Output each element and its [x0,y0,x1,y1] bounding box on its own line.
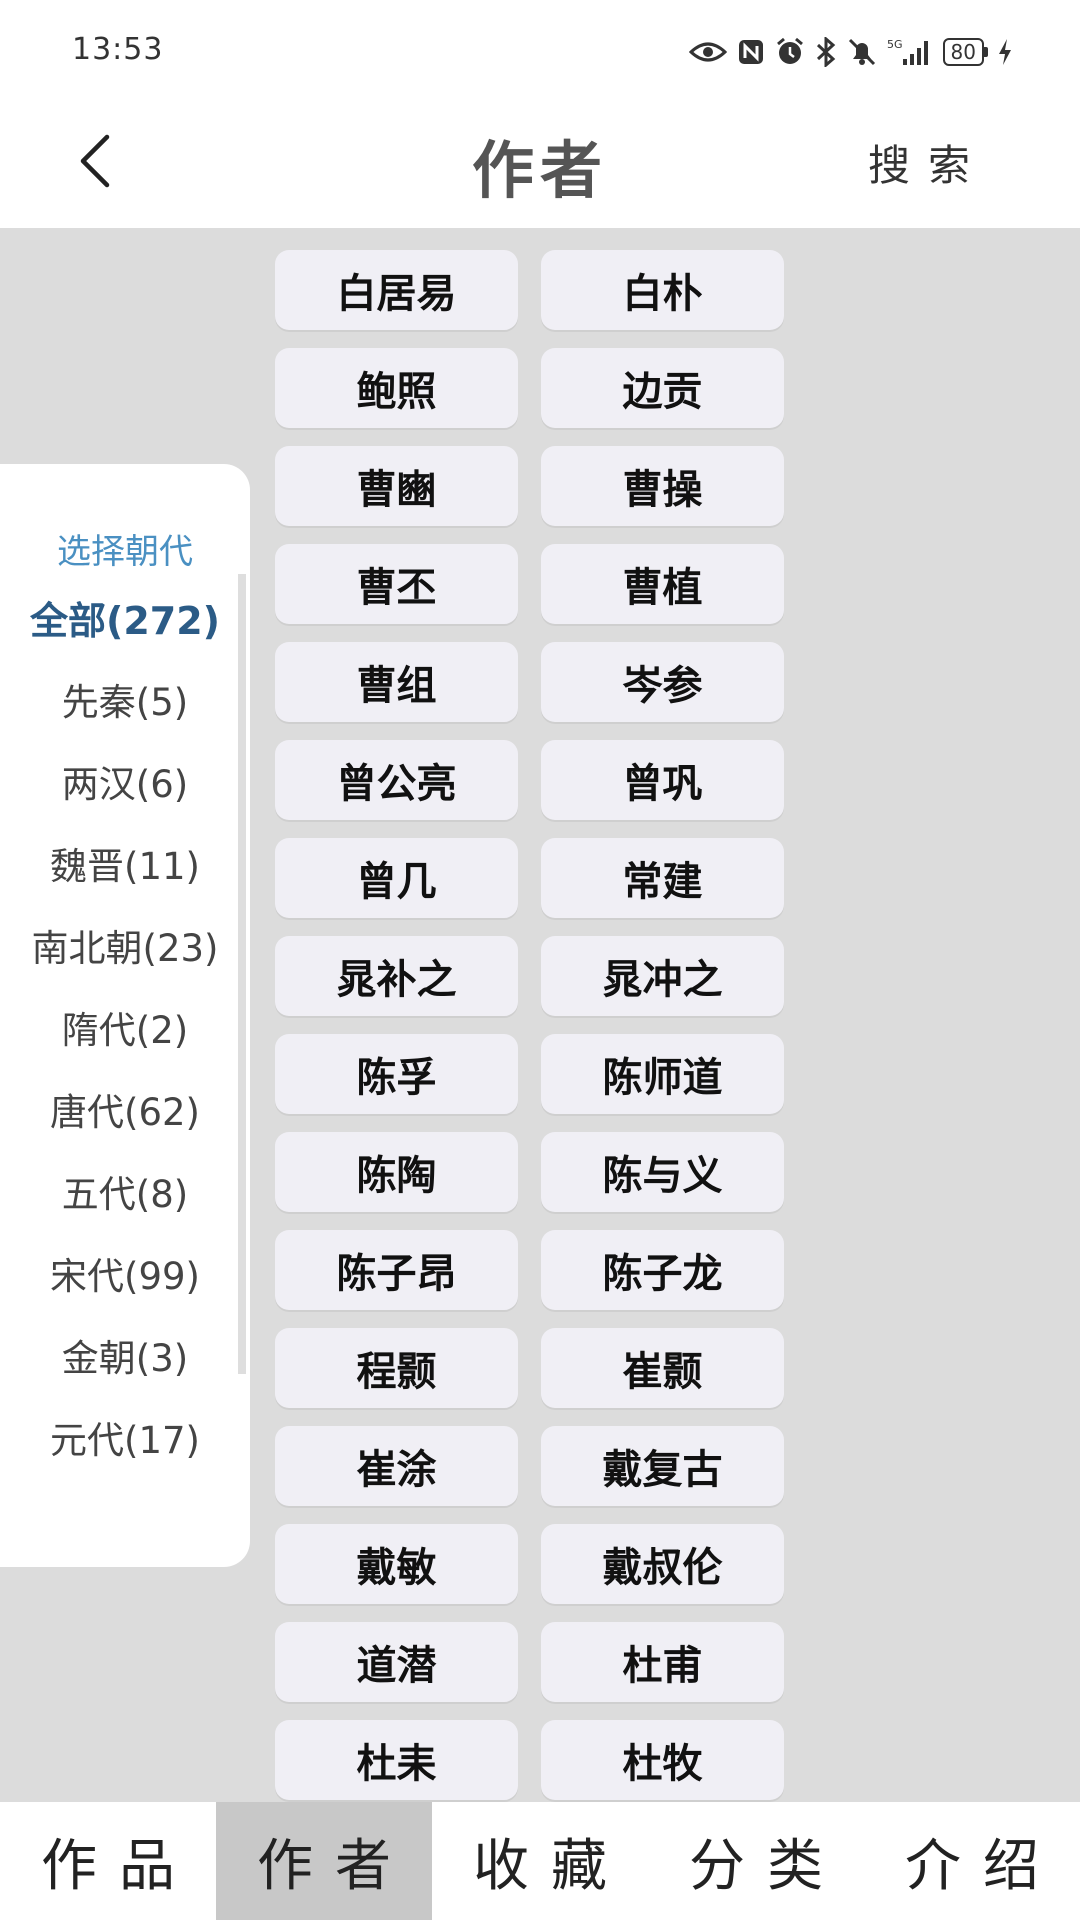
dynasty-heading: 选择朝代 [57,532,193,572]
dynasty-item[interactable]: 元代(17) [0,1400,250,1482]
nav-tab[interactable]: 作者 [216,1802,432,1920]
mute-icon [847,37,877,67]
author-card[interactable]: 曾几 [275,838,518,918]
eye-icon [688,40,727,64]
author-card[interactable]: 崔颢 [541,1328,784,1408]
signal-5g-icon: 5G [887,37,933,67]
battery-level: 80 [942,38,984,66]
author-card[interactable]: 陈子龙 [541,1230,784,1310]
header: 作者 搜索 [0,100,1080,228]
author-card[interactable]: 陈陶 [275,1132,518,1212]
author-card[interactable]: 鲍照 [275,348,518,428]
author-card[interactable]: 戴叔伦 [541,1524,784,1604]
author-grid: 白居易 白朴 鲍照 边贡 曹豳 曹操 曹丕 曹植 曹组 岑参 曾公亮 曾巩 曾几 常建 晁补之 晁冲之 陈孚 陈师… [275,250,785,1800]
dynasty-item[interactable]: 先秦(5) [0,662,250,744]
author-card[interactable]: 陈孚 [275,1034,518,1114]
dynasty-item[interactable]: 魏晋(11) [0,826,250,908]
main-content: 白居易 白朴 鲍照 边贡 曹豳 曹操 曹丕 曹植 曹组 岑参 曾公亮 曾巩 曾几 常建 晁补之 晁冲之 陈孚 陈师… [0,228,1080,1802]
author-card[interactable]: 边贡 [541,348,784,428]
author-card[interactable]: 曹操 [541,446,784,526]
author-card[interactable]: 杜牧 [541,1720,784,1800]
dynasty-list: 全部(272) 先秦(5) 两汉(6) 魏晋(11) 南北朝(23) 隋代(2) 唐代(62… [0,580,250,1490]
dynasty-item[interactable]: 南北朝(23) [0,908,250,990]
author-card[interactable]: 晁补之 [275,936,518,1016]
dynasty-item[interactable]: 全部(272) [0,580,250,662]
author-card[interactable]: 杜耒 [275,1720,518,1800]
nfc-icon [737,38,765,66]
author-card[interactable]: 曹丕 [275,544,518,624]
battery-icon: 80 [942,38,988,66]
author-card[interactable]: 杜甫 [541,1622,784,1702]
nav-tab[interactable]: 介绍 [864,1802,1080,1920]
author-card[interactable]: 戴敏 [275,1524,518,1604]
dynasty-item[interactable]: 唐代(62) [0,1072,250,1154]
status-time: 13:53 [72,32,164,67]
dynasty-item[interactable]: 宋代(99) [0,1236,250,1318]
author-card[interactable]: 陈师道 [541,1034,784,1114]
author-card[interactable]: 曹植 [541,544,784,624]
dynasty-item[interactable]: 隋代(2) [0,990,250,1072]
charging-icon [998,38,1012,66]
author-card[interactable]: 崔涂 [275,1426,518,1506]
nav-tab[interactable]: 收藏 [432,1802,648,1920]
author-card[interactable]: 曾公亮 [275,740,518,820]
bottom-nav: 作品 作者 收藏 分类 介绍 [0,1802,1080,1920]
author-card[interactable]: 道潜 [275,1622,518,1702]
author-card[interactable]: 戴复古 [541,1426,784,1506]
author-card[interactable]: 陈子昂 [275,1230,518,1310]
author-card[interactable]: 白朴 [541,250,784,330]
dynasty-item[interactable]: 明代(31) [0,1482,250,1490]
dynasty-item[interactable]: 两汉(6) [0,744,250,826]
author-card[interactable]: 程颢 [275,1328,518,1408]
author-card[interactable]: 曹豳 [275,446,518,526]
status-icons: 5G 80 [688,34,1012,70]
nav-tab[interactable]: 分类 [648,1802,864,1920]
author-card[interactable]: 曾巩 [541,740,784,820]
status-bar: 13:53 5G 80 [0,0,1080,100]
nav-tab[interactable]: 作品 [0,1802,216,1920]
author-card[interactable]: 晁冲之 [541,936,784,1016]
author-card[interactable]: 陈与义 [541,1132,784,1212]
author-card[interactable]: 白居易 [275,250,518,330]
dynasty-panel: 选择朝代 全部(272) 先秦(5) 两汉(6) 魏晋(11) 南北朝(23) 隋代(2)… [0,464,250,1567]
alarm-icon [775,37,805,67]
search-button[interactable]: 搜索 [868,132,988,193]
svg-text:5G: 5G [887,38,903,51]
author-card[interactable]: 常建 [541,838,784,918]
author-card[interactable]: 曹组 [275,642,518,722]
dynasty-item[interactable]: 金朝(3) [0,1318,250,1400]
dynasty-item[interactable]: 五代(8) [0,1154,250,1236]
author-card[interactable]: 岑参 [541,642,784,722]
bluetooth-icon [815,37,837,67]
